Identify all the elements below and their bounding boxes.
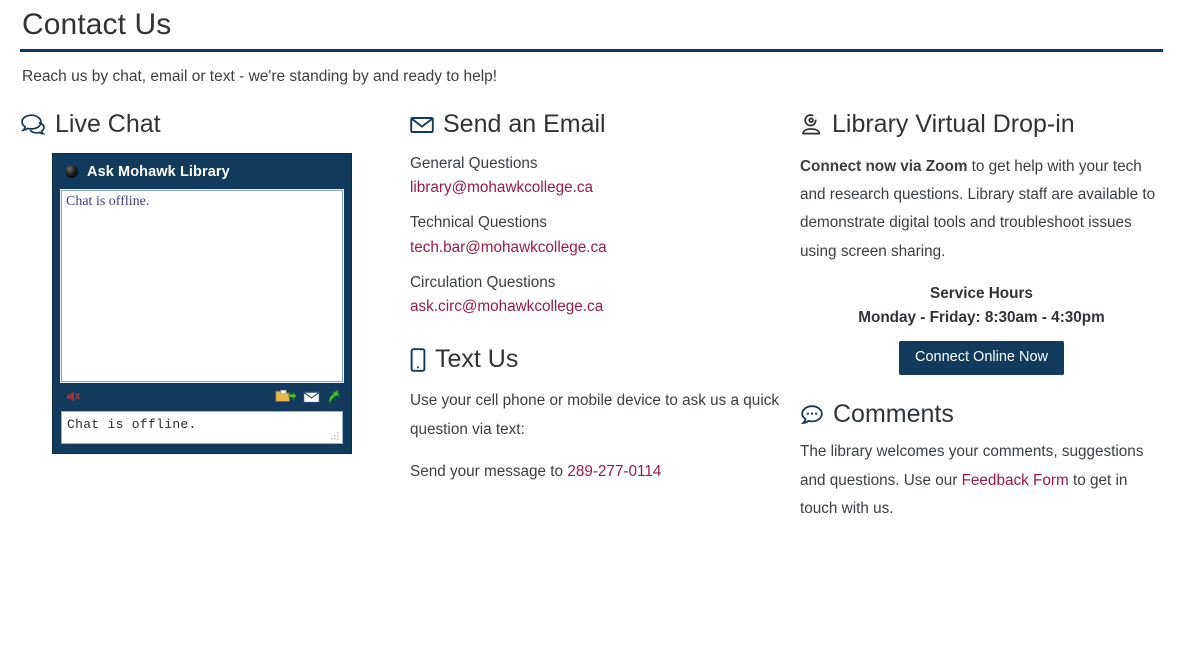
- chat-input-value: Chat is offline.: [67, 416, 197, 432]
- text-us-heading: Text Us: [410, 344, 780, 374]
- connect-online-now-button[interactable]: Connect Online Now: [899, 341, 1064, 375]
- email-link[interactable]: ask.circ@mohawkcollege.ca: [410, 298, 603, 315]
- chat-widget-title: Ask Mohawk Library: [87, 163, 230, 180]
- dropin-heading: Library Virtual Drop-in: [800, 111, 1163, 139]
- email-heading: Send an Email: [410, 111, 780, 139]
- chat-bubbles-icon: [20, 114, 46, 136]
- column-dropin-comments: Library Virtual Drop-in Connect now via …: [800, 111, 1163, 537]
- feedback-form-link[interactable]: Feedback Form: [962, 472, 1069, 489]
- save-transcript-icon[interactable]: [275, 389, 296, 405]
- text-us-heading-label: Text Us: [435, 344, 519, 373]
- chat-widget-header: Ask Mohawk Library: [61, 162, 343, 190]
- live-chat-heading-label: Live Chat: [55, 110, 161, 139]
- chat-widget[interactable]: Ask Mohawk Library Chat is offline. Chat…: [52, 152, 352, 454]
- offline-status-dot-icon: [65, 165, 78, 179]
- contact-us-page: Contact Us Reach us by chat, email or te…: [0, 0, 1183, 645]
- mute-speaker-icon[interactable]: [65, 389, 81, 404]
- email-label: General Questions: [410, 154, 538, 172]
- comments-heading: Comments: [800, 399, 1163, 429]
- email-entry-general: General Questions library@mohawkcollege.…: [410, 153, 780, 197]
- phone-number-link[interactable]: 289-277-0114: [567, 463, 661, 480]
- text-us-body: Use your cell phone or mobile device to …: [410, 392, 780, 438]
- dropin-body: Connect now via Zoom to get help with yo…: [800, 153, 1163, 266]
- comments-body: The library welcomes your comments, sugg…: [800, 438, 1163, 523]
- service-hours-label: Service Hours: [930, 284, 1033, 302]
- column-email-text: Send an Email General Questions library@…: [410, 111, 800, 500]
- page-title: Contact Us: [22, 8, 172, 41]
- dropin-heading-label: Library Virtual Drop-in: [832, 110, 1075, 139]
- email-entry-circulation: Circulation Questions ask.circ@mohawkcol…: [410, 272, 780, 316]
- resize-grip-icon[interactable]: [331, 431, 340, 441]
- text-us-send-prefix: Send your message to: [410, 463, 568, 480]
- mobile-phone-icon: [410, 347, 426, 372]
- content-columns: Live Chat Ask Mohawk Library Chat is off…: [20, 111, 1163, 537]
- service-hours-block: Service Hours Monday - Friday: 8:30am - …: [800, 282, 1163, 329]
- comment-dots-icon: [800, 404, 824, 426]
- page-intro: Reach us by chat, email or text - we're …: [22, 67, 498, 85]
- email-entry-technical: Technical Questions tech.bar@mohawkcolle…: [410, 212, 780, 256]
- email-label: Circulation Questions: [410, 273, 556, 291]
- email-link[interactable]: tech.bar@mohawkcollege.ca: [410, 239, 607, 256]
- envelope-icon: [410, 115, 434, 135]
- email-link[interactable]: library@mohawkcollege.ca: [410, 179, 593, 196]
- email-label: Technical Questions: [410, 214, 547, 232]
- popout-window-icon[interactable]: [327, 389, 341, 405]
- email-transcript-icon[interactable]: [303, 390, 320, 404]
- service-hours-value: Monday - Friday: 8:30am - 4:30pm: [858, 308, 1105, 326]
- text-us-send-line: Send your message to 289-277-0114: [410, 458, 780, 486]
- comments-heading-label: Comments: [833, 399, 954, 428]
- chat-message-input[interactable]: Chat is offline.: [61, 410, 343, 444]
- chat-toolbar: [61, 382, 343, 411]
- connect-button-wrap: Connect Online Now: [800, 341, 1163, 375]
- chat-transcript-message: Chat is offline.: [66, 193, 150, 209]
- chat-transcript-panel[interactable]: Chat is offline.: [60, 188, 344, 383]
- webcam-icon: [800, 114, 823, 136]
- column-live-chat: Live Chat Ask Mohawk Library Chat is off…: [20, 111, 410, 454]
- dropin-body-bold: Connect now via Zoom: [800, 157, 968, 175]
- email-heading-label: Send an Email: [443, 110, 606, 139]
- title-divider: [20, 48, 1163, 52]
- live-chat-heading: Live Chat: [20, 111, 390, 139]
